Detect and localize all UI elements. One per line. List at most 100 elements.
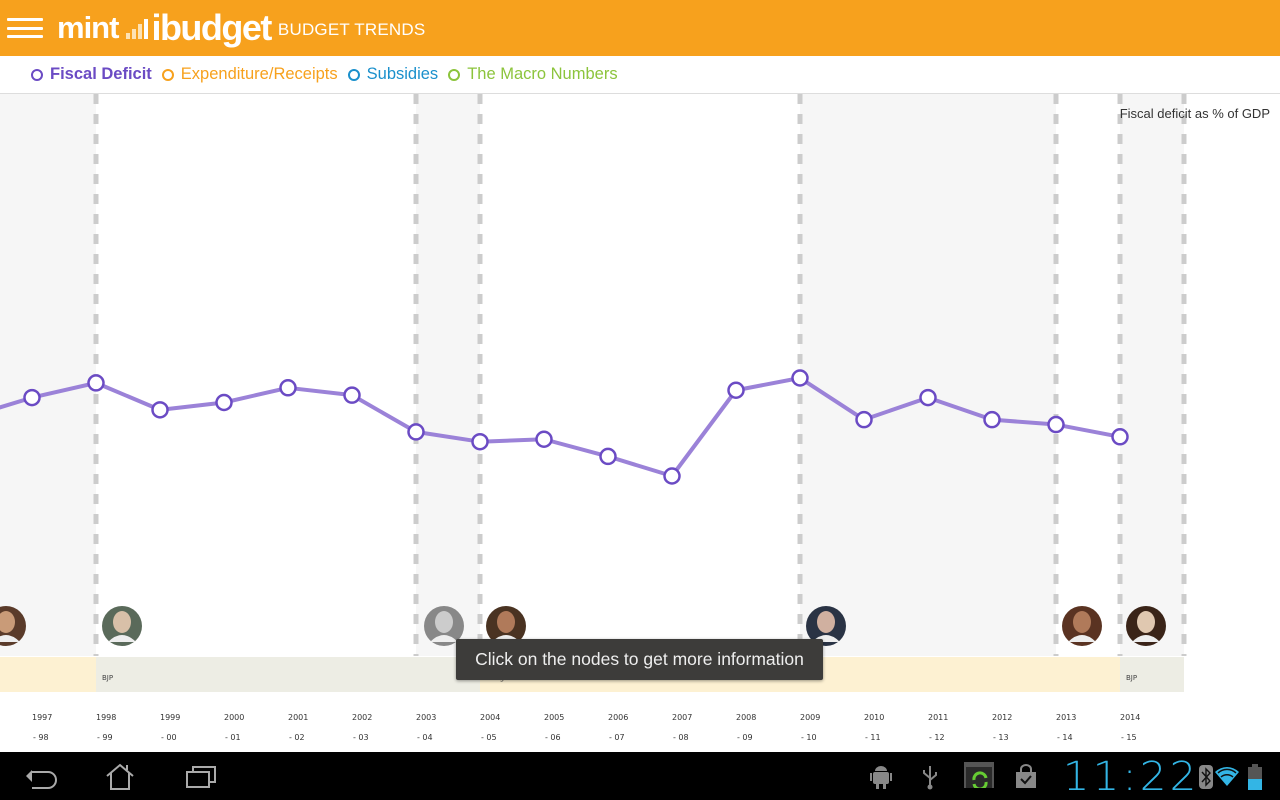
tab-expenditure-receipts[interactable]: Expenditure/Receipts (161, 65, 338, 84)
data-point-node[interactable] (407, 423, 425, 441)
x-tick-label-year-end: - 99 (97, 733, 113, 742)
x-tick-label-year-end: - 01 (225, 733, 241, 742)
home-icon (106, 763, 134, 790)
x-tick-label-year: 2006 (608, 713, 629, 722)
x-tick-label-year-end: - 11 (865, 733, 881, 742)
minister-term-band (416, 94, 480, 656)
tab-label: Fiscal Deficit (50, 65, 152, 83)
x-tick-label-year-end: - 13 (993, 733, 1009, 742)
data-point-node[interactable] (215, 393, 233, 412)
data-point-node[interactable] (1111, 428, 1129, 446)
data-point-node[interactable] (471, 432, 489, 451)
home-button[interactable] (100, 762, 140, 792)
x-tick-label-year: 2012 (992, 713, 1013, 722)
data-point-node[interactable] (983, 410, 1001, 429)
x-tick-label-year-end: - 14 (1057, 733, 1073, 742)
avatar-face (113, 611, 131, 633)
tab-subsidies[interactable]: Subsidies (347, 65, 439, 84)
logo-mint: mint (57, 10, 119, 45)
radio-ring-icon (161, 68, 174, 81)
minister-term-band (96, 94, 416, 656)
chart-title: Fiscal deficit as % of GDP (1119, 106, 1270, 121)
x-tick-label-year-end: - 04 (417, 733, 433, 742)
x-tick-label-year: 2009 (800, 713, 821, 722)
recent-apps-button[interactable] (181, 762, 221, 792)
x-tick-label-year: 2003 (416, 713, 437, 722)
radio-ring-icon (448, 68, 461, 81)
data-point-node[interactable] (151, 401, 169, 419)
x-tick-label-year: 2002 (352, 713, 373, 722)
back-icon (26, 770, 57, 789)
x-tick-label-year: 2007 (672, 713, 693, 722)
data-point-node[interactable] (87, 374, 105, 392)
x-tick-label-year-end: - 10 (801, 733, 817, 742)
tab-label: Subsidies (366, 65, 439, 83)
data-point-node[interactable] (1047, 415, 1065, 434)
android-debug-icon (870, 766, 892, 789)
x-tick-label-year: 1998 (96, 713, 117, 722)
avatar-face (817, 611, 835, 633)
top-app-bar: mint ibudget BUDGET TRENDS (0, 0, 1280, 56)
data-point-node[interactable] (791, 369, 809, 387)
party-label: BJP (102, 674, 113, 682)
app-logo: mint ibudget (57, 7, 272, 49)
radio-ring-icon (31, 68, 43, 81)
x-tick-label-year: 2008 (736, 713, 757, 722)
avatar-face (497, 611, 515, 633)
x-tick-label-year: 1999 (160, 713, 181, 722)
tab-macro-numbers[interactable]: The Macro Numbers (448, 65, 618, 84)
party-term-band (96, 657, 480, 692)
data-point-node[interactable] (599, 447, 617, 466)
data-point-node[interactable] (279, 379, 297, 397)
x-tick-label-year-end: - 00 (161, 733, 177, 742)
x-tick-label-year-end: - 09 (737, 733, 753, 742)
data-point-node[interactable] (727, 381, 745, 399)
finance-minister-avatar[interactable] (102, 606, 142, 646)
usb-icon (923, 766, 937, 790)
x-tick-label-year-end: - 07 (609, 733, 625, 742)
status-clock: 11:22 (1062, 754, 1200, 800)
minister-term-band (1120, 94, 1184, 656)
logo-ibudget: ibudget (151, 7, 272, 48)
x-tick-label-year: 2004 (480, 713, 501, 722)
data-point-node[interactable] (343, 386, 361, 404)
data-point-node[interactable] (663, 467, 681, 485)
finance-minister-avatar[interactable] (1126, 606, 1166, 646)
sync-app-icon (964, 762, 994, 788)
data-point-node[interactable] (855, 410, 873, 429)
store-update-icon (1016, 764, 1036, 788)
party-label: BJP (1126, 674, 1137, 682)
logo-bars-icon (126, 17, 149, 39)
data-point-node[interactable] (535, 430, 553, 448)
party-term-band (0, 657, 96, 692)
back-button[interactable] (22, 762, 62, 792)
tab-label: Expenditure/Receipts (180, 65, 338, 83)
hamburger-menu-icon[interactable] (7, 16, 43, 40)
x-tick-label-year: 2011 (928, 713, 949, 722)
tab-label: The Macro Numbers (467, 65, 618, 83)
page-title: BUDGET TRENDS (277, 20, 426, 39)
finance-minister-avatar[interactable] (1062, 606, 1102, 646)
x-tick-label-year-end: - 12 (929, 733, 945, 742)
avatar-face (435, 611, 453, 633)
x-tick-label-year-end: - 03 (353, 733, 369, 742)
x-tick-label-year-end: - 08 (673, 733, 689, 742)
radio-ring-icon (347, 68, 360, 81)
app: mint ibudget BUDGET TRENDS Fiscal Defici… (0, 0, 1280, 800)
avatar-face (1137, 611, 1155, 633)
data-point-node[interactable] (23, 388, 41, 407)
system-nav-bar: 11:22 (0, 752, 1280, 800)
minister-term-band (1056, 94, 1120, 656)
battery-icon (1248, 764, 1262, 790)
x-tick-label-year: 2013 (1056, 713, 1077, 722)
x-tick-label-year: 2010 (864, 713, 885, 722)
x-tick-label-year-end: - 02 (289, 733, 305, 742)
avatar-face (1073, 611, 1091, 633)
tab-fiscal-deficit[interactable]: Fiscal Deficit (31, 65, 152, 84)
minister-term-band (800, 94, 1056, 656)
x-tick-label-year: 2014 (1120, 713, 1141, 722)
x-tick-label-year: 2000 (224, 713, 245, 722)
hint-toast: Click on the nodes to get more informati… (456, 639, 823, 680)
data-point-node[interactable] (919, 388, 937, 407)
x-tick-label-year-end: - 15 (1121, 733, 1137, 742)
